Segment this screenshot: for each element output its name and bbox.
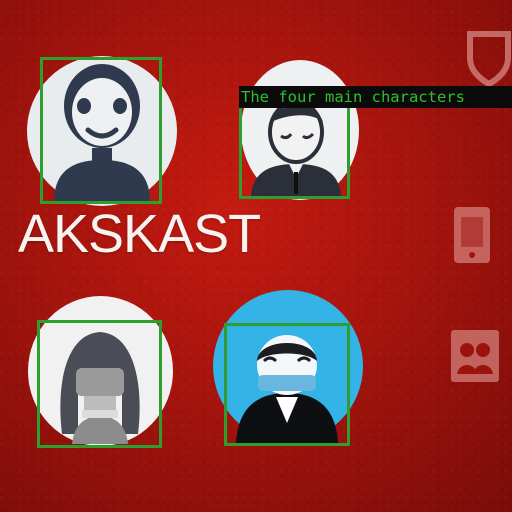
phone-icon: [454, 207, 490, 263]
detection-box-1: [40, 57, 162, 204]
detection-box-3: [37, 320, 162, 448]
people-icon: [451, 330, 499, 382]
detection-caption: The four main characters: [239, 86, 512, 108]
detection-box-4: [224, 323, 350, 446]
poster-canvas: AKSKAST The four main characters: [0, 0, 512, 512]
shield-icon: [467, 31, 511, 88]
brand-title: AKSKAST: [18, 204, 261, 264]
